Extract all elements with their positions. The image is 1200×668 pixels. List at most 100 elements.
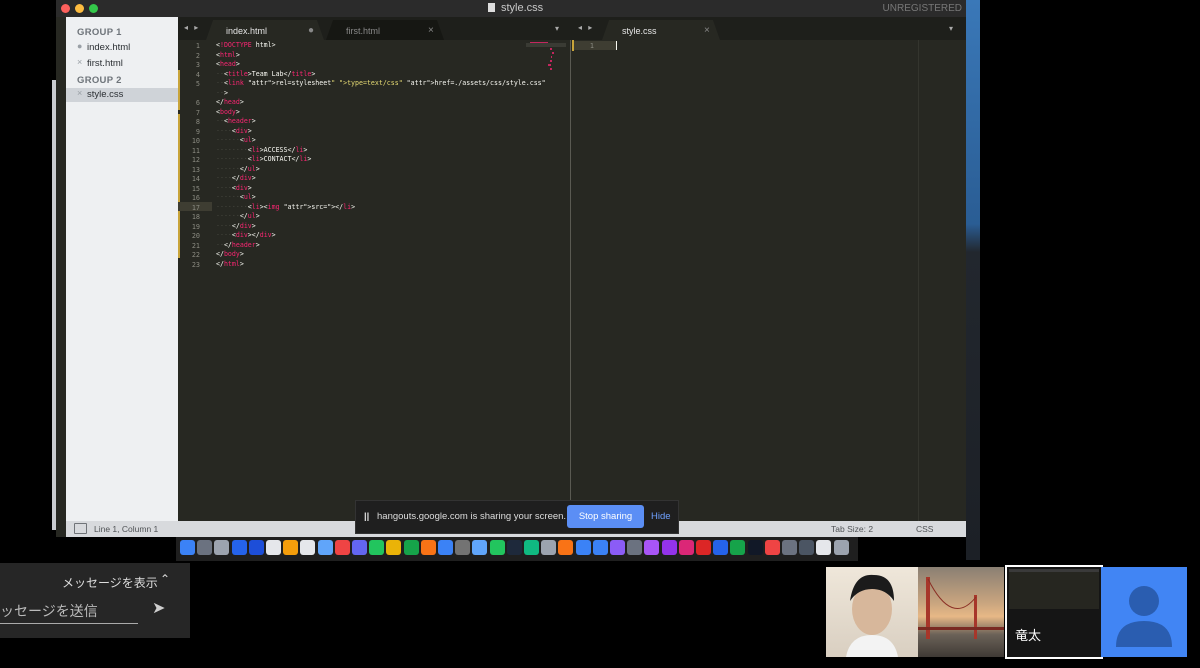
dock-app-icon[interactable] (696, 540, 711, 555)
code-line[interactable]: ··<title>Team Lab</title> (216, 70, 315, 79)
dock-app-icon[interactable] (592, 540, 608, 555)
dock-app-icon[interactable] (197, 540, 213, 555)
dock-app-icon[interactable] (231, 540, 247, 555)
dock-app-icon[interactable] (627, 540, 643, 555)
code-line[interactable]: <html> (216, 51, 240, 60)
dock-app-icon[interactable] (833, 540, 849, 555)
participant-screen-share[interactable]: 竜太 (1005, 565, 1103, 659)
dock-app-icon[interactable] (300, 540, 316, 555)
code-line[interactable]: ··</header> (216, 241, 260, 250)
editor-pane-left[interactable]: 1 2 3 4 5 6 7 8 9 10 11 12 13 14 15 16 17 18 19 20 21 22 23 <!… (178, 40, 572, 521)
dock-app-icon[interactable] (764, 540, 780, 555)
sidebar-file-style[interactable]: × style.css (66, 88, 178, 102)
chevron-down-icon[interactable]: ▾ (555, 24, 559, 33)
dock-app-icon[interactable] (541, 540, 557, 555)
dock-app-icon[interactable] (678, 540, 694, 555)
code-line[interactable]: ········<li><img "attr">src="></li> (216, 203, 355, 212)
code-line[interactable]: ····</div> (216, 174, 256, 183)
dock-app-icon[interactable] (214, 540, 230, 555)
code-line[interactable]: </html> (216, 260, 244, 269)
dock-app-icon[interactable] (438, 540, 453, 555)
dock-app-icon[interactable] (506, 540, 522, 555)
dock-app-icon[interactable] (472, 540, 488, 555)
close-icon[interactable]: × (77, 88, 82, 98)
participant-video[interactable] (918, 567, 1004, 657)
participant-video[interactable] (826, 567, 918, 657)
dock-app-icon[interactable] (403, 540, 419, 555)
dock-app-icon[interactable] (730, 540, 746, 555)
hide-button[interactable]: Hide (651, 511, 671, 522)
dock-app-icon[interactable] (782, 540, 797, 555)
pane-divider[interactable] (570, 40, 571, 521)
tab-nav-arrows-icon[interactable]: ◂ ▸ (578, 23, 594, 32)
dock-app-icon[interactable] (713, 540, 729, 555)
modified-dot-icon[interactable]: ● (308, 25, 314, 36)
close-icon[interactable]: × (428, 25, 434, 36)
toggle-panel-icon[interactable] (74, 523, 87, 534)
dock-app-icon[interactable] (489, 540, 505, 555)
dock-app-icon[interactable] (799, 540, 815, 555)
code-line[interactable]: ····<div></div> (216, 231, 276, 240)
code-line[interactable]: ······<ul> (216, 193, 256, 202)
send-icon[interactable]: ➤ (152, 598, 165, 618)
dock-app-icon[interactable] (420, 540, 436, 555)
code-line[interactable]: ····</div> (216, 222, 256, 231)
code-line[interactable]: ··<link "attr">rel=stylesheet" ">type=te… (216, 79, 546, 88)
code-line[interactable]: ········<li>ACCESS</li> (216, 146, 307, 155)
tab-size[interactable]: Tab Size: 2 (831, 524, 873, 534)
chat-message-input[interactable]: メッセージを送信 (0, 601, 138, 624)
sidebar-file-first[interactable]: × first.html (66, 57, 178, 71)
dock-app-icon[interactable] (248, 540, 264, 555)
dock-app-icon[interactable] (644, 540, 660, 555)
code-line[interactable]: </body> (216, 250, 244, 259)
chevron-down-icon[interactable]: ▾ (949, 24, 953, 33)
line-number: 9 (195, 127, 200, 136)
close-icon[interactable]: × (77, 57, 82, 67)
zoom-window-button[interactable] (89, 4, 98, 13)
dock-app-icon[interactable] (558, 540, 574, 555)
dock-app-icon[interactable] (334, 540, 350, 555)
code-line[interactable]: ······<ul> (216, 136, 256, 145)
dock-app-icon[interactable] (816, 540, 832, 555)
participant-avatar[interactable] (1101, 567, 1187, 657)
close-icon[interactable]: × (704, 25, 710, 36)
code-line[interactable]: <head> (216, 60, 240, 69)
sidebar-file-index[interactable]: ● index.html (66, 41, 178, 55)
dock-app-icon[interactable] (661, 540, 677, 555)
code-line[interactable]: ····<div> (216, 127, 252, 136)
dock-app-icon[interactable] (610, 540, 625, 555)
code-line[interactable]: <body> (216, 108, 240, 117)
dock-app-icon[interactable] (455, 540, 471, 555)
code-line[interactable]: ······</ul> (216, 212, 260, 221)
tab-style-css[interactable]: style.css × (602, 20, 720, 40)
code-line[interactable]: ········<li>CONTACT</li> (216, 155, 311, 164)
syntax-mode[interactable]: CSS (916, 524, 933, 534)
dock-app-icon[interactable] (524, 540, 539, 555)
dock-app-icon[interactable] (180, 540, 195, 555)
minimap[interactable] (524, 40, 568, 80)
code-line[interactable]: ······</ul> (216, 165, 260, 174)
dock-app-icon[interactable] (283, 540, 299, 555)
close-window-button[interactable] (61, 4, 70, 13)
dock-app-icon[interactable] (575, 540, 591, 555)
dock-app-icon[interactable] (386, 540, 402, 555)
tab-nav-arrows-icon[interactable]: ◂ ▸ (184, 23, 200, 32)
dock-app-icon[interactable] (352, 540, 367, 555)
code-line[interactable]: </head> (216, 98, 244, 107)
chevron-up-icon[interactable]: ⌃ (160, 572, 170, 586)
code-line[interactable]: <!DOCTYPE html> (216, 41, 276, 50)
dock-app-icon[interactable] (747, 540, 763, 555)
tab-index-html[interactable]: index.html ● (206, 20, 324, 40)
dock-app-icon[interactable] (317, 540, 333, 555)
code-line[interactable]: ····<div> (216, 184, 252, 193)
minimize-window-button[interactable] (75, 4, 84, 13)
tab-first-html[interactable]: first.html × (326, 20, 444, 40)
dock-app-icon[interactable] (369, 540, 385, 555)
code-line[interactable]: ··<header> (216, 117, 256, 126)
code-line[interactable]: ··> (216, 89, 228, 98)
editor-pane-right[interactable]: 1 (572, 40, 966, 521)
person-icon (1116, 586, 1172, 647)
stop-sharing-button[interactable]: Stop sharing (567, 505, 644, 528)
show-messages-button[interactable]: メッセージを表示 (62, 574, 158, 591)
dock-app-icon[interactable] (266, 540, 281, 555)
